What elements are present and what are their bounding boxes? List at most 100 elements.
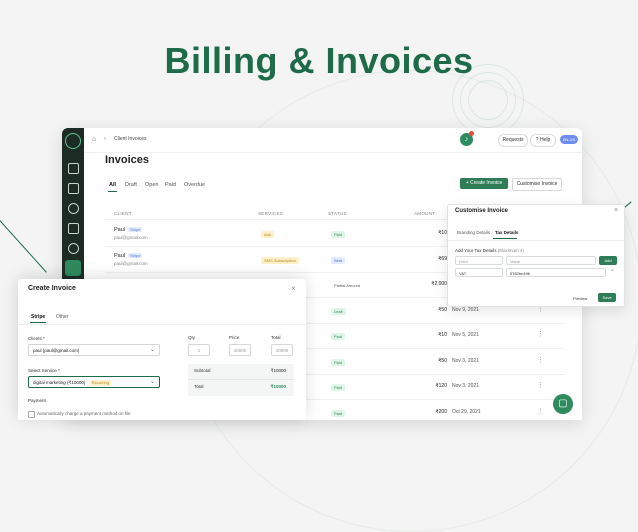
more-options-icon[interactable]: ⋮ [537,407,544,415]
chevron-down-icon: ⌄ [149,347,155,353]
auto-charge-checkbox[interactable] [28,411,35,418]
payment-label: Payment [28,398,46,403]
client-name: Paul Stripe [114,227,143,233]
contacts-icon[interactable] [68,203,79,214]
status-badge: Draft [331,307,346,315]
help-label: Help [539,137,551,143]
invoice-date: Nov 5, 2021 [452,332,479,338]
home-icon[interactable]: ⌂ [92,136,96,143]
filter-tab-all[interactable]: All [109,182,116,188]
column-header-services: SERVICES [258,211,284,216]
totals-summary: Subtotal ₹10000 Total ₹10000 [188,364,294,396]
page-title: Invoices [105,154,150,166]
status-badge: Paid [331,333,346,340]
customise-invoice-panel: Customise Invoice × Branding Details Tax… [447,204,625,307]
service-badge: Ads [261,231,274,238]
tax-entry-value[interactable]: 5782bn496 [506,268,606,277]
panel-title: Customise Invoice [455,208,509,214]
client-name: Paul Stripe [114,252,143,259]
home-icon[interactable] [68,163,79,174]
auto-charge-label: Automatically charge a payment method on… [37,411,131,416]
status-badge: Paid [331,358,346,366]
qty-label: Qty [188,335,196,340]
divider [188,379,294,380]
filter-tab-draft[interactable]: Draft [125,182,137,188]
billing-icon[interactable] [65,260,81,276]
total-input: 10000 [271,344,293,356]
filter-tab-paid[interactable]: Paid [165,182,176,188]
help-button[interactable]: ? Help [530,134,556,147]
status-badge: Partial Amount [334,283,361,288]
invoice-amount: ₹2,000 [431,281,447,287]
subtotal-value: ₹10000 [270,368,286,373]
remove-icon[interactable]: × [611,268,614,274]
invoice-amount: ₹69 [438,255,447,262]
help-icon: ? [535,137,539,143]
modal-title: Create Invoice [28,285,76,292]
filter-tab-overdue[interactable]: Overdue [184,182,205,188]
client-select[interactable]: paul (paul@gmail.com) ⌄ [28,344,160,356]
requests-button[interactable]: Requests [498,134,528,147]
qty-input[interactable]: 1 [188,344,210,356]
grand-total-label: Total [194,384,204,389]
column-header-amount: AMOUNT [414,211,436,216]
filter-tab-open[interactable]: Open [145,182,158,188]
client-email: paul@gmail.com [114,260,148,266]
language-switch[interactable]: EN-US [560,135,578,144]
active-tab-indicator [493,238,517,239]
price-label: Price [229,335,240,340]
column-header-status: STATUS [328,211,347,216]
tab-other[interactable]: Other [56,314,69,320]
close-icon[interactable]: × [614,207,618,214]
create-invoice-button[interactable]: + Create Invoice [460,178,508,189]
recurring-badge: Recurring [89,380,111,386]
invoice-amount: ₹120 [435,383,447,389]
service-select[interactable]: digital marketing (₹10000) Recurring ⌄ [28,376,160,388]
stripe-badge: Stripe [128,227,143,232]
column-header-client: CLIENT [114,211,132,216]
invoice-date: Nov 3, 2021 [452,357,479,364]
breadcrumb[interactable]: Client Invoices [114,136,147,142]
total-label: Total [271,335,281,340]
stripe-badge: Stripe [128,252,143,258]
status-badge: Paid [331,409,346,417]
active-tab-indicator [108,191,117,192]
tax-section-label: Add Your Tax Details (Maximum 4) [455,248,524,253]
calendar-icon[interactable] [68,223,79,234]
tax-field-input[interactable]: Field [455,256,503,265]
service-badge: SMS Subscription [261,256,299,264]
clients-label: Clients * [28,336,45,341]
tab-branding-details[interactable]: Branding Details [457,230,490,235]
price-input[interactable]: 10000 [229,344,251,356]
user-icon[interactable] [68,243,79,254]
save-button[interactable]: Save [598,293,616,302]
divider [18,324,306,325]
more-options-icon[interactable]: ⋮ [537,330,544,338]
hero-title: Billing & Invoices [164,40,474,81]
tab-tax-details[interactable]: Tax Details [495,230,518,235]
customise-invoice-button[interactable]: Customise Invoice [512,178,562,191]
logo-icon[interactable] [65,133,81,149]
tax-value-input[interactable]: Value [506,256,596,265]
service-label: Select Service * [28,368,60,373]
client-email: paul@gmail.com [114,235,148,240]
chat-icon[interactable]: ▢ [553,394,573,414]
more-options-icon[interactable]: ⋮ [537,381,544,389]
tax-entry-name[interactable]: VAT [455,268,503,277]
invoice-amount: ₹50 [438,357,447,364]
invoice-date: Oct 29, 2021 [452,408,481,415]
chevron-right-icon: › [104,136,106,142]
background-ring [468,80,508,120]
invoice-amount: ₹10 [438,230,447,236]
invoice-amount: ₹50 [438,306,447,313]
decorative-line [0,220,47,273]
preview-button[interactable]: Preview [573,296,587,301]
more-options-icon[interactable]: ⋮ [537,356,544,364]
close-icon[interactable]: × [291,284,296,293]
add-tax-button[interactable]: Add [599,256,617,265]
grand-total-value: ₹10000 [270,384,286,389]
tab-stripe[interactable]: Stripe [31,314,45,320]
notification-badge [469,131,474,136]
divider [448,240,624,241]
folder-icon[interactable] [68,183,79,194]
